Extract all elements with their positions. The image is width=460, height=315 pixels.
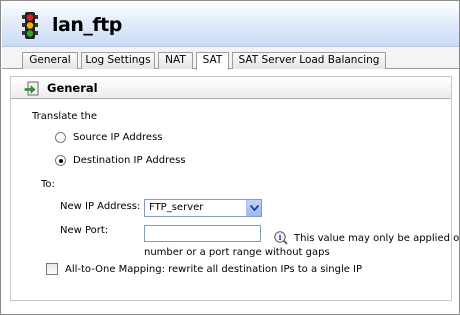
section-title: General: [47, 81, 98, 95]
source-ip-radio[interactable]: [55, 132, 66, 143]
new-port-hint-line1: This value may only be applied on: [294, 233, 460, 244]
destination-ip-radio[interactable]: [55, 155, 66, 166]
page-title: lan_ftp: [52, 14, 122, 36]
new-port-input[interactable]: [144, 225, 261, 242]
new-port-hint-line2: number or a port range without gaps: [144, 247, 330, 258]
new-ip-select[interactable]: FTP_server: [144, 199, 262, 217]
tab-log-settings[interactable]: Log Settings: [81, 52, 155, 69]
tab-sat-server-load-balancing[interactable]: SAT Server Load Balancing: [232, 52, 386, 69]
window-frame: lan_ftp General Log Settings NAT SAT SAT…: [0, 0, 460, 315]
tab-bar: General Log Settings NAT SAT SAT Server …: [2, 47, 459, 70]
svg-text:i: i: [279, 233, 282, 242]
tab-sat[interactable]: SAT: [196, 52, 229, 70]
to-label: To:: [41, 179, 55, 190]
new-ip-label: New IP Address:: [60, 201, 141, 212]
new-ip-value: FTP_server: [149, 202, 204, 213]
new-port-label: New Port:: [60, 225, 109, 236]
section-body: Translate the Source IP Address Destinat…: [11, 100, 460, 300]
source-ip-label: Source IP Address: [73, 132, 163, 143]
destination-ip-label: Destination IP Address: [73, 155, 186, 166]
general-panel: General Translate the Source IP Address …: [10, 76, 460, 301]
all-to-one-checkbox[interactable]: [46, 263, 58, 275]
traffic-light-icon: [22, 12, 38, 39]
chevron-down-icon[interactable]: [246, 200, 261, 216]
arrow-in-icon: [24, 81, 39, 96]
translate-label: Translate the: [32, 111, 97, 122]
info-icon: i: [274, 231, 288, 245]
tab-nat[interactable]: NAT: [158, 52, 193, 69]
section-header: General: [11, 77, 451, 99]
all-to-one-label: All-to-One Mapping: rewrite all destinat…: [65, 264, 363, 275]
tab-general[interactable]: General: [22, 52, 78, 69]
window-header: lan_ftp: [2, 2, 459, 47]
